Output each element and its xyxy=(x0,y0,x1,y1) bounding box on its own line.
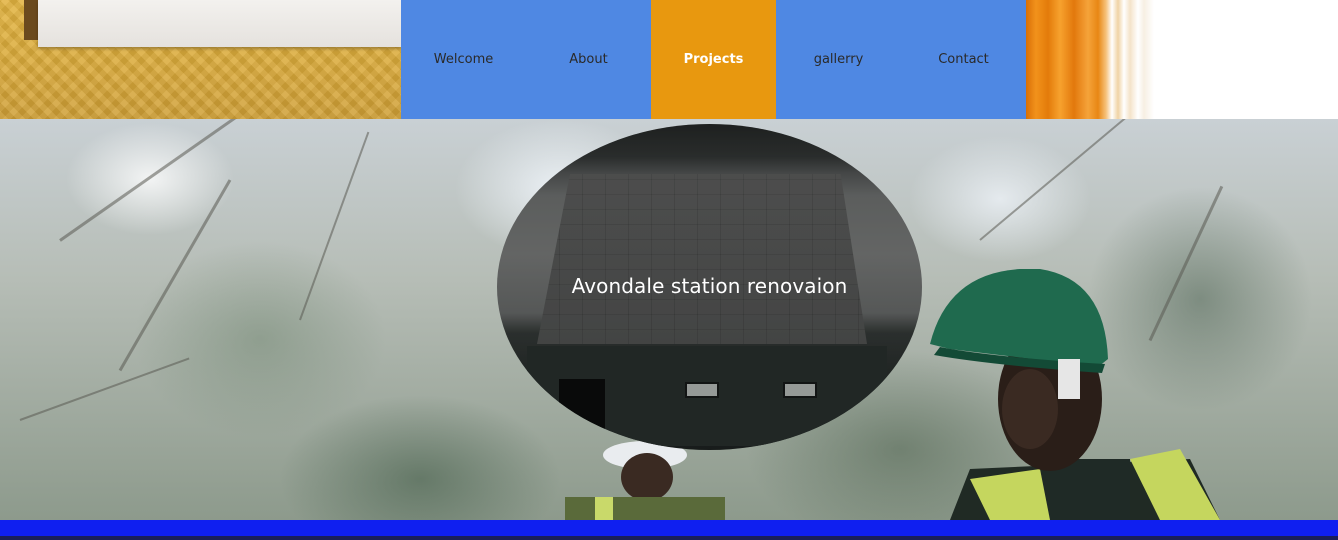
header-wallpaper-image xyxy=(0,0,404,119)
tree-branch xyxy=(299,131,370,321)
tree-branch xyxy=(118,179,232,372)
site-header: Welcome About Projects gallerry Contact xyxy=(0,0,1338,119)
nav-item-about[interactable]: About xyxy=(526,0,651,119)
tree-branch xyxy=(59,119,274,242)
project-title: Avondale station renovaion xyxy=(571,274,848,298)
nav-item-gallery[interactable]: gallerry xyxy=(776,0,901,119)
tree-branch xyxy=(19,357,190,421)
picture-frame xyxy=(38,0,401,47)
main-navigation: Welcome About Projects gallerry Contact xyxy=(401,0,1026,119)
tree-branch xyxy=(979,119,1134,241)
hero-background-image: Avondale station renovaion xyxy=(0,119,1338,520)
project-card[interactable]: Avondale station renovaion xyxy=(497,124,922,450)
nav-item-projects[interactable]: Projects xyxy=(651,0,776,119)
nav-item-welcome[interactable]: Welcome xyxy=(401,0,526,119)
footer-divider xyxy=(0,536,1338,540)
worker-right-image xyxy=(930,269,1220,520)
nav-item-contact[interactable]: Contact xyxy=(901,0,1026,119)
worker-left-image xyxy=(565,441,725,520)
header-curtain-image xyxy=(1026,0,1338,119)
